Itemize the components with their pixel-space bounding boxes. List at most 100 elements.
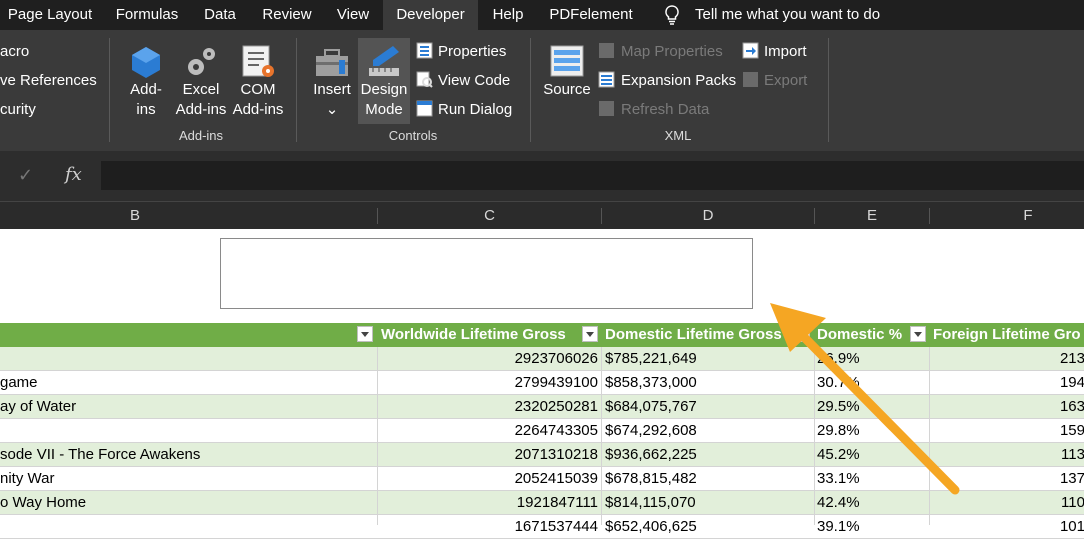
view-code-icon bbox=[416, 71, 433, 88]
import-button[interactable]: Import bbox=[764, 43, 807, 60]
tab-data[interactable]: Data bbox=[196, 0, 244, 30]
group-separator bbox=[828, 38, 829, 142]
toolbox-icon bbox=[316, 49, 348, 76]
add-ins-label-1: Add- bbox=[130, 81, 162, 98]
table-row: sode VII - The Force Awakens 2071310218 $9… bbox=[0, 443, 1084, 467]
domestic-gross-cell[interactable]: $678,815,482 bbox=[605, 467, 810, 491]
domestic-pct-cell[interactable]: 30.7% bbox=[817, 371, 927, 395]
worldwide-gross-cell[interactable]: 2052415039 bbox=[378, 467, 598, 491]
column-header-e[interactable]: E bbox=[815, 202, 929, 229]
tab-page-layout[interactable]: Page Layout bbox=[0, 0, 100, 30]
record-macro-button[interactable]: acro bbox=[0, 43, 29, 60]
export-icon bbox=[743, 72, 758, 87]
properties-button[interactable]: Properties bbox=[438, 43, 506, 60]
filter-dropdown-icon[interactable] bbox=[910, 326, 926, 342]
worldwide-gross-cell[interactable]: 2264743305 bbox=[378, 419, 598, 443]
worldwide-gross-cell[interactable]: 1921847111 bbox=[378, 491, 598, 515]
filter-dropdown-icon[interactable] bbox=[582, 326, 598, 342]
macro-security-button[interactable]: curity bbox=[0, 101, 36, 118]
use-relative-references-button[interactable]: ve References bbox=[0, 72, 97, 89]
title-cell[interactable] bbox=[0, 419, 370, 443]
domestic-pct-cell[interactable]: 39.1% bbox=[817, 515, 927, 539]
run-dialog-button[interactable]: Run Dialog bbox=[438, 101, 512, 118]
formula-bar-gap bbox=[0, 192, 1084, 201]
table-row: 2923706026 $785,221,649 26.9%213848 bbox=[0, 347, 1084, 371]
column-header-d[interactable]: D bbox=[602, 202, 814, 229]
foreign-gross-cell[interactable]: 101913 bbox=[930, 515, 1084, 539]
foreign-gross-cell[interactable]: 163617 bbox=[930, 395, 1084, 419]
formula-input[interactable] bbox=[101, 161, 1084, 190]
tab-review[interactable]: Review bbox=[254, 0, 320, 30]
view-code-button[interactable]: View Code bbox=[438, 72, 510, 89]
group-separator bbox=[109, 38, 110, 142]
excel-add-ins-button[interactable]: Excel Add-ins bbox=[172, 44, 230, 120]
domestic-gross-cell[interactable]: $936,662,225 bbox=[605, 443, 810, 467]
export-button[interactable]: Export bbox=[764, 72, 807, 89]
title-cell[interactable]: game bbox=[0, 371, 370, 395]
domestic-pct-cell[interactable]: 29.5% bbox=[817, 395, 927, 419]
expansion-packs-button[interactable]: Expansion Packs bbox=[621, 72, 736, 89]
domestic-pct-cell[interactable]: 42.4% bbox=[817, 491, 927, 515]
column-header-c[interactable]: C bbox=[378, 202, 601, 229]
design-mode-label-1: Design bbox=[360, 81, 408, 98]
com-add-ins-button[interactable]: COM Add-ins bbox=[230, 44, 286, 120]
enter-check-icon[interactable]: ✓ bbox=[18, 165, 33, 186]
title-cell[interactable]: ay of Water bbox=[0, 395, 370, 419]
title-cell[interactable]: o Way Home bbox=[0, 491, 370, 515]
title-cell[interactable]: sode VII - The Force Awakens bbox=[0, 443, 370, 467]
domestic-pct-cell[interactable]: 26.9% bbox=[817, 347, 927, 371]
domestic-gross-cell[interactable]: $785,221,649 bbox=[605, 347, 810, 371]
title-cell[interactable] bbox=[0, 515, 370, 539]
worldwide-gross-cell[interactable]: 2799439100 bbox=[378, 371, 598, 395]
column-header-b[interactable]: B bbox=[0, 202, 270, 229]
refresh-data-button[interactable]: Refresh Data bbox=[621, 101, 709, 118]
tab-view[interactable]: View bbox=[328, 0, 378, 30]
table-row: o Way Home 1921847111 $814,115,070 42.4% 110… bbox=[0, 491, 1084, 515]
lightbulb-icon[interactable] bbox=[662, 4, 682, 26]
table-row: game 2799439100 $858,373,000 30.7%194106 bbox=[0, 371, 1084, 395]
foreign-gross-cell[interactable]: 137359 bbox=[930, 467, 1084, 491]
table-row: 2264743305 $674,292,608 29.8%159045 bbox=[0, 419, 1084, 443]
worldwide-gross-cell[interactable]: 2923706026 bbox=[378, 347, 598, 371]
domestic-gross-cell[interactable]: $858,373,000 bbox=[605, 371, 810, 395]
domestic-pct-cell[interactable]: 29.8% bbox=[817, 419, 927, 443]
excel-add-ins-label-2: Add-ins bbox=[175, 101, 227, 118]
domestic-gross-cell[interactable]: $814,115,070 bbox=[605, 491, 810, 515]
domestic-pct-cell[interactable]: 45.2% bbox=[817, 443, 927, 467]
tab-developer[interactable]: Developer bbox=[383, 0, 478, 30]
title-cell[interactable]: nity War bbox=[0, 467, 370, 491]
domestic-gross-cell[interactable]: $684,075,767 bbox=[605, 395, 810, 419]
title-cell[interactable] bbox=[0, 347, 370, 371]
foreign-gross-cell[interactable]: 159045 bbox=[930, 419, 1084, 443]
foreign-gross-cell[interactable]: 110773 bbox=[930, 491, 1084, 515]
foreign-gross-cell[interactable]: 113464 bbox=[930, 443, 1084, 467]
worldwide-gross-cell[interactable]: 1671537444 bbox=[378, 515, 598, 539]
map-properties-button[interactable]: Map Properties bbox=[621, 43, 723, 60]
tab-pdfelement[interactable]: PDFelement bbox=[540, 0, 642, 30]
filter-dropdown-icon[interactable] bbox=[357, 326, 373, 342]
design-mode-button[interactable]: Design Mode bbox=[358, 44, 410, 120]
header-worldwide-gross: Worldwide Lifetime Gross bbox=[381, 326, 566, 343]
xml-source-button[interactable]: Source bbox=[540, 44, 594, 100]
domestic-pct-cell[interactable]: 33.1% bbox=[817, 467, 927, 491]
com-add-ins-label-2: Add-ins bbox=[232, 101, 284, 118]
map-properties-icon bbox=[599, 43, 614, 58]
worldwide-gross-cell[interactable]: 2320250281 bbox=[378, 395, 598, 419]
filter-dropdown-icon[interactable] bbox=[794, 326, 810, 342]
textbox-control[interactable] bbox=[220, 238, 753, 309]
domestic-gross-cell[interactable]: $674,292,608 bbox=[605, 419, 810, 443]
tab-formulas[interactable]: Formulas bbox=[108, 0, 186, 30]
foreign-gross-cell[interactable]: 213848 bbox=[930, 347, 1084, 371]
ribbon-tab-bar: Page Layout Formulas Data Review View De… bbox=[0, 0, 1084, 30]
tab-help[interactable]: Help bbox=[484, 0, 532, 30]
domestic-gross-cell[interactable]: $652,406,625 bbox=[605, 515, 810, 539]
add-ins-button[interactable]: Add- ins bbox=[122, 44, 170, 120]
tell-me-search[interactable]: Tell me what you want to do bbox=[695, 0, 880, 30]
worldwide-gross-cell[interactable]: 2071310218 bbox=[378, 443, 598, 467]
header-foreign-gross: Foreign Lifetime Gro bbox=[933, 326, 1081, 343]
column-header-f[interactable]: F bbox=[930, 202, 1084, 229]
insert-function-button[interactable]: fx bbox=[65, 164, 82, 185]
insert-control-button[interactable]: Insert ⌄ bbox=[310, 44, 354, 120]
foreign-gross-cell[interactable]: 194106 bbox=[930, 371, 1084, 395]
grid-line bbox=[601, 347, 602, 525]
